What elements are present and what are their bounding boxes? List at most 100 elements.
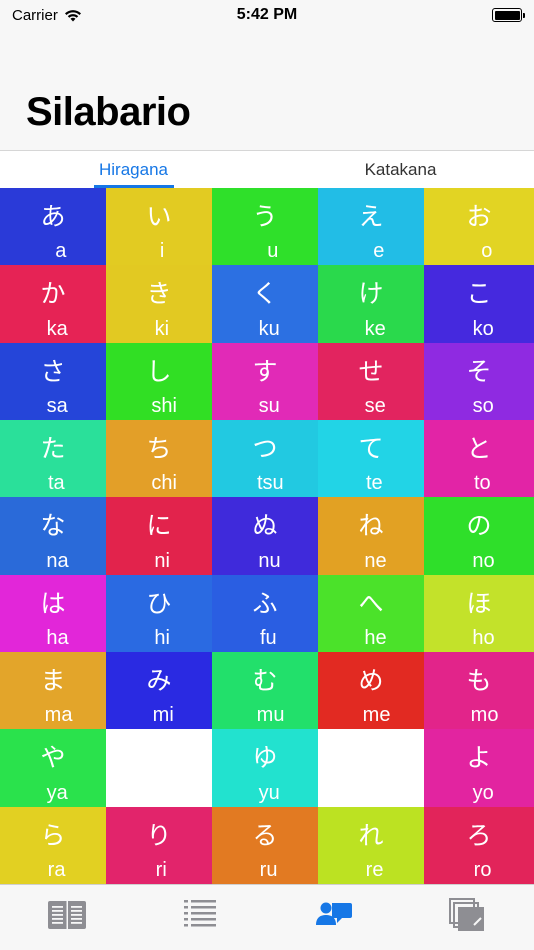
kana-cell-hi[interactable]: ひ hi (106, 574, 212, 652)
kana-cell-ku[interactable]: く ku (212, 265, 318, 343)
kana-character: ゆ (252, 743, 278, 773)
kana-cell-su[interactable]: す su (212, 342, 318, 420)
kana-cell-se[interactable]: せ se (318, 342, 424, 420)
tab-hiragana[interactable]: Hiragana (0, 151, 267, 188)
romaji-label: ko (472, 317, 494, 340)
kana-cell-no[interactable]: の no (424, 497, 534, 575)
kana-cell-ho[interactable]: ほ ho (424, 574, 534, 652)
romaji-label: ma (44, 704, 73, 727)
kana-cell-te[interactable]: て te (318, 419, 424, 498)
romaji-label: me (362, 704, 391, 727)
kana-character: え (358, 202, 384, 231)
kana-cell-shi[interactable]: し shi (106, 342, 212, 420)
romaji-label: u (267, 240, 279, 263)
kana-cell-so[interactable]: そ so (424, 342, 534, 420)
tab-bar (0, 884, 534, 950)
tab-katakana[interactable]: Katakana (267, 151, 534, 188)
kana-cell-ro[interactable]: ろ ro (424, 806, 534, 884)
kana-character: ろ (466, 820, 492, 850)
romaji-label: ro (473, 858, 492, 881)
kana-cell-empty (106, 729, 212, 807)
kana-cell-ne[interactable]: ね ne (318, 497, 424, 575)
list-icon (184, 900, 217, 927)
kana-cell-ke[interactable]: け ke (318, 265, 424, 343)
romaji-label: yo (472, 781, 494, 804)
kana-cell-u[interactable]: うu (212, 188, 318, 266)
romaji-label: he (364, 626, 387, 649)
carrier-label: Carrier (12, 6, 58, 24)
status-left: Carrier (12, 7, 82, 24)
kana-character: あ (40, 202, 66, 231)
kana-character: そ (466, 356, 492, 386)
kana-character: の (466, 511, 492, 541)
romaji-label: o (481, 240, 493, 263)
romaji-label: so (472, 394, 494, 417)
romaji-label: ne (364, 549, 387, 572)
kana-character: よ (466, 743, 492, 773)
kana-character: ふ (252, 588, 278, 618)
kana-cell-ta[interactable]: た ta (0, 419, 106, 498)
kana-cell-mo[interactable]: も mo (424, 651, 534, 730)
kana-character: し (146, 356, 172, 386)
kana-cell-a[interactable]: あa (0, 188, 106, 266)
kana-character: ぬ (252, 511, 278, 541)
romaji-label: e (373, 240, 385, 263)
kana-cell-tsu[interactable]: つ tsu (212, 419, 318, 498)
romaji-label: ha (46, 626, 69, 649)
tab-bar-item-list[interactable] (134, 885, 268, 950)
kana-character: か (40, 279, 66, 309)
romaji-label: ki (154, 317, 170, 340)
kana-cell-sa[interactable]: さ sa (0, 342, 106, 420)
kana-cell-he[interactable]: へ he (318, 574, 424, 652)
romaji-label: ri (155, 858, 167, 881)
romaji-label: shi (151, 394, 177, 417)
kana-character: こ (466, 279, 492, 309)
kana-cell-e[interactable]: えe (318, 188, 424, 266)
kana-cell-ru[interactable]: る ru (212, 806, 318, 884)
kana-cell-ra[interactable]: ら ra (0, 806, 106, 884)
kana-cell-ha[interactable]: は ha (0, 574, 106, 652)
kana-character: れ (358, 820, 384, 850)
romaji-label: te (365, 472, 383, 495)
kana-cell-ko[interactable]: こ ko (424, 265, 534, 343)
kana-character: も (466, 665, 492, 695)
kana-cell-ma[interactable]: ま ma (0, 651, 106, 730)
kana-cell-ni[interactable]: に ni (106, 497, 212, 575)
kana-character: り (146, 820, 172, 850)
kana-cell-ya[interactable]: や ya (0, 729, 106, 807)
romaji-label: nu (258, 549, 281, 572)
romaji-label: mo (470, 704, 499, 727)
kana-cell-to[interactable]: と to (424, 419, 534, 498)
romaji-label: to (473, 472, 491, 495)
kana-cell-chi[interactable]: ち chi (106, 419, 212, 498)
kana-cell-me[interactable]: め me (318, 651, 424, 730)
kana-cell-o[interactable]: おo (424, 188, 534, 266)
kana-character: な (40, 511, 66, 541)
kana-cell-nu[interactable]: ぬ nu (212, 497, 318, 575)
tab-katakana-label: Katakana (364, 159, 437, 179)
tab-bar-item-book[interactable] (0, 885, 134, 950)
kana-character: つ (252, 433, 278, 463)
kana-cell-yu[interactable]: ゆ yu (212, 729, 318, 807)
kana-character: や (40, 743, 66, 773)
syllabary-segmented-control: Hiragana Katakana (0, 150, 534, 188)
romaji-label: na (46, 549, 69, 572)
kana-character: く (252, 279, 278, 309)
kana-cell-na[interactable]: な na (0, 497, 106, 575)
kana-cell-i[interactable]: いi (106, 188, 212, 266)
romaji-label: sa (46, 394, 68, 417)
kana-cell-mi[interactable]: み mi (106, 651, 212, 730)
kana-cell-ka[interactable]: か ka (0, 265, 106, 343)
kana-cell-ri[interactable]: り ri (106, 806, 212, 884)
kana-cell-fu[interactable]: ふ fu (212, 574, 318, 652)
kana-cell-mu[interactable]: む mu (212, 651, 318, 730)
romaji-label: ka (46, 317, 68, 340)
kana-character: と (466, 433, 492, 463)
kana-cell-ki[interactable]: き ki (106, 265, 212, 343)
kana-cell-re[interactable]: れ re (318, 806, 424, 884)
romaji-label: yu (258, 781, 280, 804)
tab-bar-item-cards[interactable] (401, 885, 534, 950)
tab-bar-item-people[interactable] (267, 885, 401, 950)
kana-cell-yo[interactable]: よ yo (424, 729, 534, 807)
kana-character: む (252, 665, 278, 695)
